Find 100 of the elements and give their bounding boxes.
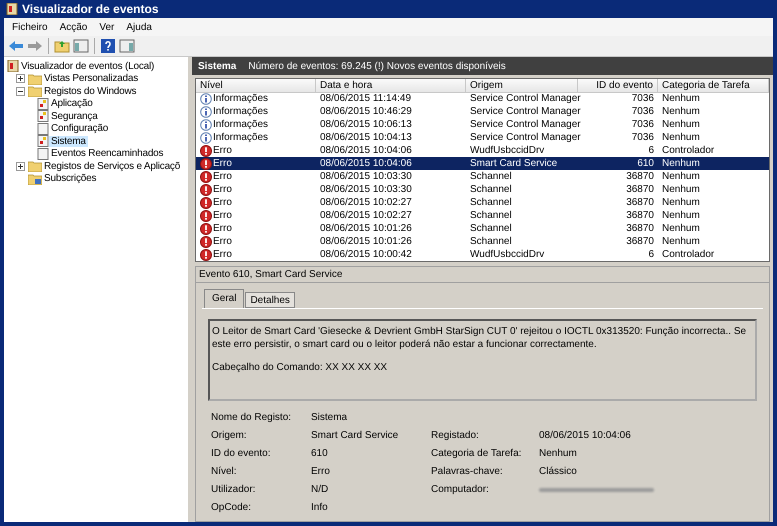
log-icon [37, 110, 49, 122]
table-cell: Nenhum [662, 197, 700, 208]
table-cell: Erro [213, 158, 232, 169]
log-icon [37, 135, 49, 148]
column-header[interactable]: Data e hora [316, 79, 466, 93]
table-cell: 610 [637, 158, 654, 169]
info-icon [200, 132, 212, 144]
field-value: Info [311, 502, 328, 513]
tree-item[interactable]: Vistas Personalizadas [42, 73, 140, 84]
field-label: Palavras-chave: [431, 466, 503, 477]
folder-icon [28, 72, 42, 85]
menu-item[interactable]: Ficheiro [7, 22, 53, 32]
field-label: Categoria de Tarefa: [431, 448, 522, 459]
detail-title: Evento 610, Smart Card Service [195, 266, 770, 282]
table-cell: 36870 [626, 197, 654, 208]
tab[interactable]: Geral [204, 289, 244, 308]
table-cell: Nenhum [662, 210, 700, 221]
message-paragraph: O Leitor de Smart Card 'Giesecke & Devrient GmbH StarSign CUT 0' rejeitou o IOCTL 0x313520: Função incorrecta.. Se este erro persistir, o smart card ou o leitor poderá não estar a funcionar correctamente. [212, 325, 748, 351]
table-cell: 08/06/2015 10:04:06 [320, 145, 412, 156]
field-label: Origem: [211, 430, 247, 441]
column-header[interactable]: Origem [466, 79, 578, 93]
table-cell: 08/06/2015 10:04:06 [320, 158, 412, 169]
info-icon [200, 118, 212, 130]
table-cell: Service Control Manager [470, 132, 581, 143]
tab[interactable]: Detalhes [245, 292, 295, 308]
table-cell: 08/06/2015 10:06:13 [320, 119, 412, 130]
table-cell: Controlador [662, 145, 714, 156]
action-pane-icon[interactable] [119, 38, 135, 54]
table-cell: 36870 [626, 210, 654, 221]
field-label: Computador: [431, 484, 489, 495]
error-icon [200, 158, 212, 170]
field-value: Nenhum [539, 448, 577, 459]
event-row[interactable]: Erro 08/06/2015 10:04:06 Smart Card Service 610 Nenhum [196, 157, 769, 170]
table-cell: WudfUsbccidDrv [470, 145, 544, 156]
table-cell: Schannel [470, 197, 512, 208]
log-icon [37, 122, 49, 135]
event-viewer-icon [7, 60, 19, 72]
table-cell: 36870 [626, 236, 654, 247]
tree-item[interactable]: Registos do Windows [42, 86, 138, 97]
error-icon [200, 222, 212, 234]
table-cell: Schannel [470, 236, 512, 247]
error-icon [200, 196, 212, 208]
tree-item[interactable]: Segurança [49, 110, 100, 122]
table-cell: Controlador [662, 249, 714, 260]
menu-item[interactable]: Ver [94, 22, 120, 32]
error-icon [200, 210, 212, 222]
table-cell: Erro [213, 223, 232, 234]
column-header[interactable]: ID do evento [578, 79, 658, 93]
info-icon [200, 106, 212, 118]
table-cell: 08/06/2015 10:00:42 [320, 249, 412, 260]
back-arrow-icon[interactable] [8, 38, 24, 54]
table-cell: Erro [213, 145, 232, 156]
tree-item[interactable]: Subscrições [42, 173, 98, 184]
column-header[interactable]: Categoria de Tarefa [658, 79, 769, 93]
table-cell: 08/06/2015 10:46:29 [320, 106, 412, 117]
error-icon [200, 236, 212, 248]
table-cell: 6 [648, 145, 654, 156]
column-header[interactable]: Nível [196, 79, 316, 93]
console-tree-icon[interactable] [73, 38, 89, 54]
window-title: Visualizador de eventos [22, 2, 158, 16]
table-cell: Nenhum [662, 119, 700, 130]
table-cell: 08/06/2015 10:02:27 [320, 197, 412, 208]
help-icon[interactable] [100, 38, 116, 54]
table-cell: 7036 [632, 132, 654, 143]
field-label: Registado: [431, 430, 479, 441]
tree-item[interactable]: Configuração [49, 123, 110, 134]
table-cell: 7036 [632, 106, 654, 117]
table-cell: Informações [213, 132, 268, 143]
field-value: N/D [311, 484, 328, 495]
field-label: ID do evento: [211, 448, 270, 459]
field-label: Utilizador: [211, 484, 256, 495]
table-cell: Informações [213, 119, 268, 130]
expand-icon[interactable] [16, 162, 25, 171]
table-cell: Schannel [470, 171, 512, 182]
tree-item[interactable]: Eventos Reencaminhados [49, 148, 166, 160]
menu-item[interactable]: Acção [54, 22, 92, 32]
table-cell: Nenhum [662, 223, 700, 234]
field-value: 610 [311, 448, 328, 459]
table-cell: Nenhum [662, 236, 700, 247]
table-cell: Erro [213, 249, 232, 260]
table-cell: Erro [213, 210, 232, 221]
folder-icon [28, 160, 42, 172]
error-icon [200, 170, 212, 182]
menu-item[interactable]: Ajuda [121, 22, 157, 32]
tree-item[interactable]: Sistema [49, 136, 88, 147]
table-cell: Nenhum [662, 158, 700, 169]
field-label: Nível: [211, 466, 237, 477]
table-cell: Service Control Manager [470, 119, 581, 130]
up-folder-icon[interactable] [54, 38, 70, 54]
table-cell: Nenhum [662, 132, 700, 143]
expand-icon[interactable] [16, 74, 25, 84]
table-cell: Schannel [470, 210, 512, 221]
table-cell: 08/06/2015 10:02:27 [320, 210, 412, 221]
tree-item[interactable]: Registos de Serviços e Aplicaçõ [42, 160, 182, 172]
collapse-icon[interactable] [16, 86, 25, 96]
table-cell: Nenhum [662, 171, 700, 182]
tree-item[interactable]: Visualizador de eventos (Local) [19, 60, 156, 72]
field-value: 08/06/2015 10:04:06 [539, 430, 631, 441]
tree-item[interactable]: Aplicação [49, 98, 95, 110]
error-icon [200, 184, 212, 196]
